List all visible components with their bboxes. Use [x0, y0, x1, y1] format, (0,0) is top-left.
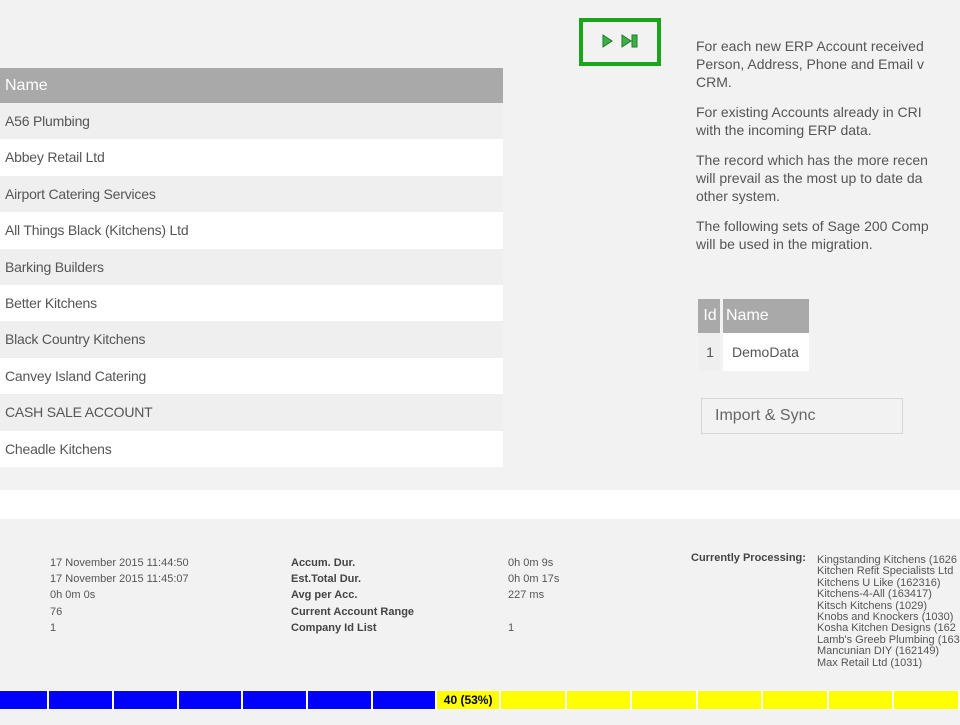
accum-dur-value: 0h 0m 9s [508, 557, 554, 569]
company-table: Id Name 1 DemoData [698, 299, 809, 371]
account-count: 76 [50, 605, 63, 618]
progress-segment-pending [632, 691, 696, 709]
account-row[interactable]: A56 Plumbing [0, 103, 503, 140]
progress-label: 40 (53%) [437, 691, 499, 709]
end-time: 17 November 2015 11:45:07 [50, 573, 189, 586]
account-row[interactable]: Better Kitchens [0, 284, 503, 322]
account-row[interactable]: Airport Catering Services [0, 175, 503, 213]
company-row[interactable]: 1 DemoData [698, 333, 809, 371]
currently-processing-list: Kingstanding Kitchens (1626 Kitchen Refit… [817, 555, 960, 677]
progress-segment-done [49, 691, 112, 709]
account-row[interactable]: Canvey Island Catering [0, 357, 503, 395]
start-time: 17 November 2015 11:44:50 [50, 557, 189, 569]
account-row[interactable]: CASH SALE ACCOUNT [0, 394, 503, 431]
current-account-range-label: Current Account Range [291, 605, 415, 618]
accounts-table: Name A56 Plumbing Abbey Retail Ltd Airport… [0, 68, 503, 467]
est-total-dur-value: 0h 0m 17s [508, 573, 560, 586]
progress-segment-pending [566, 691, 631, 709]
account-row[interactable]: Abbey Retail Ltd [0, 139, 503, 176]
company-row-name: DemoData [723, 333, 809, 371]
currently-processing-label: Currently Processing: [691, 552, 806, 564]
import-sync-button[interactable]: Import & Sync [701, 398, 903, 434]
company-count: 1 [50, 621, 57, 634]
stat-values: 0h 0m 9s 0h 0m 17s 227 ms 1 [508, 555, 559, 636]
elapsed-value: 0h 0m 0s [50, 589, 96, 602]
progress-segment-pending [501, 691, 565, 709]
avg-per-acc-value: 227 ms [508, 589, 545, 602]
progress-segment-done [0, 691, 48, 709]
account-row[interactable]: Cheadle Kitchens [0, 430, 503, 467]
progress-segment-pending [763, 691, 827, 709]
account-row[interactable]: Barking Builders [0, 248, 503, 285]
company-row-id: 1 [698, 333, 720, 371]
description-paragraph-3: The record which has the more recen will … [696, 152, 928, 204]
company-table-header: Id Name [698, 299, 809, 333]
company-header-name[interactable]: Name [723, 299, 809, 333]
progress-segment-done [372, 691, 436, 709]
description-paragraph-4: The following sets of Sage 200 Comp will … [696, 218, 929, 252]
processing-item: Mancunian DIY (162149) [817, 645, 940, 658]
company-id-list-label: Company Id List [291, 621, 377, 634]
accounts-header-name[interactable]: Name [0, 68, 503, 103]
current-account-range-value [508, 604, 559, 620]
description-paragraph-2: For existing Accounts already in CRI with… [696, 104, 922, 138]
account-row[interactable]: All Things Black (Kitchens) Ltd [0, 212, 503, 249]
timing-values: 17 November 2015 11:44:50 17 November 20… [50, 555, 189, 636]
avg-per-acc-label: Avg per Acc. [291, 589, 358, 602]
company-id-list-value: 1 [508, 621, 515, 634]
est-total-dur-label: Est.Total Dur. [291, 573, 362, 586]
progress-segment-done [307, 691, 371, 709]
processing-item: Max Retail Ltd (1031) [817, 656, 923, 669]
company-header-id[interactable]: Id [698, 299, 720, 333]
description-paragraph-1: For each new ERP Account received Person,… [696, 38, 925, 90]
progress-segment-pending [697, 691, 762, 709]
account-row[interactable]: Black Country Kitchens [0, 321, 503, 358]
stat-labels: Accum. Dur. Est.Total Dur. Avg per Acc. … [291, 555, 414, 636]
progress-segment-pending [894, 691, 959, 709]
skip-to-end-icon[interactable] [621, 34, 639, 53]
progress-segment-done [113, 691, 177, 709]
progress-segment-done [243, 691, 306, 709]
play-icon[interactable] [601, 34, 613, 53]
divider-band [0, 490, 960, 519]
migration-description: For each new ERP Account received Person,… [696, 37, 960, 265]
progress-bar: 40 (53%) [0, 690, 960, 710]
playback-controls [579, 18, 661, 66]
accum-dur-label: Accum. Dur. [291, 557, 356, 569]
processing-item: Kitchens-4-All (163417) [817, 588, 932, 601]
progress-segment-pending [828, 691, 893, 709]
progress-segment-done [178, 691, 242, 709]
